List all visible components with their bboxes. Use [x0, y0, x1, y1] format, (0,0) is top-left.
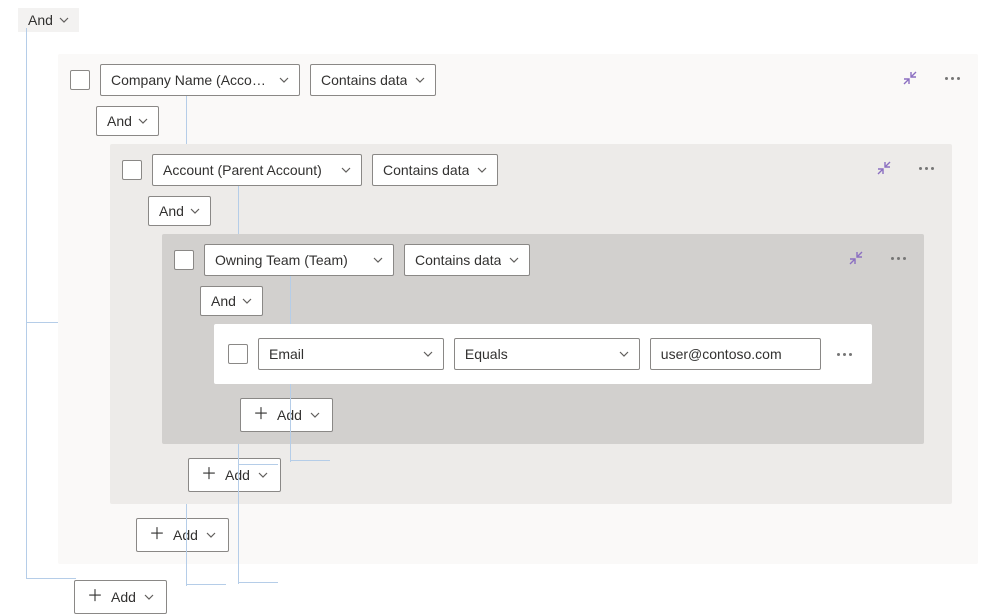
condition-label: Contains data: [321, 72, 407, 88]
plus-icon: ＋: [201, 467, 217, 483]
value-text: user@contoso.com: [661, 346, 782, 362]
field-dropdown[interactable]: Company Name (Accou...: [100, 64, 300, 96]
add-row-level3: ＋ Add: [240, 398, 912, 432]
chevron-down-icon: [279, 75, 289, 85]
group-card-level3: Owning Team (Team) Contains data And: [162, 234, 924, 444]
group-operator-dropdown[interactable]: And: [96, 106, 159, 136]
add-button[interactable]: ＋ Add: [136, 518, 229, 552]
plus-icon: ＋: [149, 527, 165, 543]
row-checkbox[interactable]: [122, 160, 142, 180]
connector-line: [26, 578, 76, 579]
condition-label: Contains data: [415, 252, 501, 268]
row-checkbox[interactable]: [174, 250, 194, 270]
collapse-icon[interactable]: [896, 64, 924, 92]
plus-icon: ＋: [253, 407, 269, 423]
connector-line: [26, 322, 58, 323]
group-operator-label: And: [107, 113, 132, 129]
root-operator-label: And: [28, 12, 53, 28]
group-operator-dropdown[interactable]: And: [200, 286, 263, 316]
field-label: Company Name (Accou...: [111, 72, 271, 88]
chevron-down-icon: [258, 470, 268, 480]
chevron-down-icon: [423, 349, 433, 359]
field-label: Email: [269, 346, 304, 362]
chevron-down-icon: [341, 165, 351, 175]
chevron-down-icon: [144, 592, 154, 602]
group-card-level2: Account (Parent Account) Contains data A…: [110, 144, 952, 504]
add-row-level1: ＋ Add: [136, 518, 966, 552]
card-actions-level3: [842, 244, 912, 272]
card-actions-level1: [896, 64, 966, 92]
add-button[interactable]: ＋ Add: [240, 398, 333, 432]
add-button[interactable]: ＋ Add: [74, 580, 167, 614]
more-icon: [891, 257, 906, 260]
operator-label: Equals: [465, 346, 508, 362]
collapse-icon[interactable]: [870, 154, 898, 182]
more-icon: [837, 353, 852, 356]
chevron-down-icon: [59, 15, 69, 25]
more-icon: [945, 77, 960, 80]
condition-dropdown[interactable]: Contains data: [310, 64, 436, 96]
condition-dropdown[interactable]: Contains data: [404, 244, 530, 276]
more-button[interactable]: [884, 244, 912, 272]
connector-line: [290, 460, 330, 461]
operator-dropdown[interactable]: Equals: [454, 338, 640, 370]
more-button[interactable]: [938, 64, 966, 92]
row-checkbox[interactable]: [228, 344, 248, 364]
chevron-down-icon: [415, 75, 425, 85]
condition-dropdown[interactable]: Contains data: [372, 154, 498, 186]
group-card-level1: Company Name (Accou... Contains data And: [58, 54, 978, 564]
value-input[interactable]: user@contoso.com: [650, 338, 822, 370]
field-dropdown[interactable]: Email: [258, 338, 444, 370]
add-label: Add: [111, 589, 136, 605]
chevron-down-icon: [206, 530, 216, 540]
condition-row-level2: Account (Parent Account) Contains data: [122, 154, 940, 186]
more-icon: [919, 167, 934, 170]
root-operator-dropdown[interactable]: And: [18, 8, 79, 32]
collapse-icon[interactable]: [842, 244, 870, 272]
field-label: Owning Team (Team): [215, 252, 348, 268]
condition-label: Contains data: [383, 162, 469, 178]
chevron-down-icon: [477, 165, 487, 175]
condition-row-level3: Owning Team (Team) Contains data: [174, 244, 912, 276]
condition-row-level1: Company Name (Accou... Contains data: [70, 64, 966, 96]
chevron-down-icon: [373, 255, 383, 265]
condition-card-level4: Email Equals user@contoso.com: [214, 324, 872, 384]
chevron-down-icon: [619, 349, 629, 359]
chevron-down-icon: [138, 116, 148, 126]
condition-row-level4: Email Equals user@contoso.com: [228, 338, 858, 370]
add-row-root: ＋ Add: [74, 580, 981, 614]
field-dropdown[interactable]: Account (Parent Account): [152, 154, 362, 186]
add-row-level2: ＋ Add: [188, 458, 940, 492]
more-button[interactable]: [831, 340, 858, 368]
card-actions-level2: [870, 154, 940, 182]
chevron-down-icon: [190, 206, 200, 216]
row-checkbox[interactable]: [70, 70, 90, 90]
chevron-down-icon: [509, 255, 519, 265]
connector-line: [186, 584, 226, 585]
group-operator-label: And: [159, 203, 184, 219]
group-operator-label: And: [211, 293, 236, 309]
chevron-down-icon: [310, 410, 320, 420]
chevron-down-icon: [242, 296, 252, 306]
connector-line: [26, 28, 27, 578]
plus-icon: ＋: [87, 589, 103, 605]
field-dropdown[interactable]: Owning Team (Team): [204, 244, 394, 276]
more-button[interactable]: [912, 154, 940, 182]
connector-line: [238, 464, 278, 465]
filter-builder: And Company Name (Accou... Contains data: [0, 0, 999, 607]
connector-line: [238, 582, 278, 583]
group-operator-dropdown[interactable]: And: [148, 196, 211, 226]
field-label: Account (Parent Account): [163, 162, 322, 178]
